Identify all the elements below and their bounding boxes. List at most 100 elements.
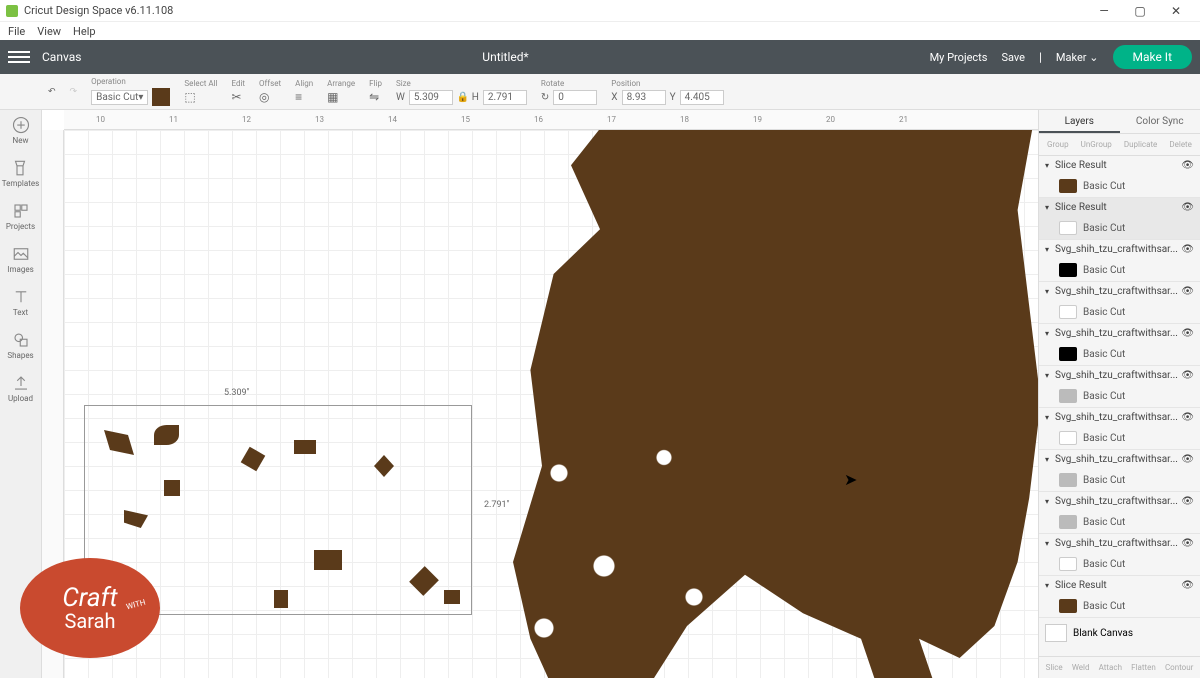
layer-row[interactable]: Basic Cut bbox=[1039, 217, 1200, 239]
align-icon[interactable]: ≡ bbox=[295, 90, 302, 104]
undo-icon[interactable]: ↶ bbox=[48, 87, 56, 97]
menu-file[interactable]: File bbox=[8, 25, 25, 38]
layer-group[interactable]: ▾Slice Result👁 Basic Cut bbox=[1039, 576, 1200, 618]
layer-row[interactable]: Basic Cut bbox=[1039, 343, 1200, 365]
group-button[interactable]: Group bbox=[1047, 140, 1069, 149]
slice-button[interactable]: Slice bbox=[1046, 663, 1063, 672]
window-titlebar: Cricut Design Space v6.11.108 — ▢ ✕ bbox=[0, 0, 1200, 22]
layer-row[interactable]: Basic Cut bbox=[1039, 259, 1200, 281]
app-title: Cricut Design Space v6.11.108 bbox=[24, 4, 173, 17]
panel-actions: Group UnGroup Duplicate Delete bbox=[1039, 134, 1200, 156]
top-bar: Canvas Untitled* My Projects Save | Make… bbox=[0, 40, 1200, 74]
my-projects-link[interactable]: My Projects bbox=[930, 51, 988, 64]
visibility-icon[interactable]: 👁 bbox=[1181, 496, 1194, 507]
templates-button[interactable]: Templates bbox=[2, 159, 39, 188]
flatten-button[interactable]: Flatten bbox=[1131, 663, 1156, 672]
tab-colorsync[interactable]: Color Sync bbox=[1120, 110, 1200, 133]
attach-button[interactable]: Attach bbox=[1099, 663, 1122, 672]
visibility-icon[interactable]: 👁 bbox=[1181, 580, 1194, 591]
delete-button[interactable]: Delete bbox=[1169, 140, 1192, 149]
layer-header[interactable]: ▾Svg_shih_tzu_craftwithsar...👁 bbox=[1039, 492, 1200, 511]
layer-header[interactable]: ▾Slice Result👁 bbox=[1039, 576, 1200, 595]
layer-header[interactable]: ▾Svg_shih_tzu_craftwithsar...👁 bbox=[1039, 408, 1200, 427]
offset-icon[interactable]: ◎ bbox=[259, 90, 269, 104]
make-it-button[interactable]: Make It bbox=[1113, 45, 1193, 69]
layer-row[interactable]: Basic Cut bbox=[1039, 511, 1200, 533]
select-all-icon[interactable]: ⬚ bbox=[184, 90, 195, 104]
layers-list[interactable]: ▾Slice Result👁 Basic Cut▾Slice Result👁 B… bbox=[1039, 156, 1200, 656]
canvas-wrapper: 101112131415161718192021 5.309" 2.791" bbox=[42, 110, 1038, 678]
visibility-icon[interactable]: 👁 bbox=[1181, 160, 1194, 171]
minimize-icon[interactable]: — bbox=[1086, 4, 1122, 18]
shapes-button[interactable]: Shapes bbox=[7, 331, 33, 360]
layer-group[interactable]: ▾Slice Result👁 Basic Cut bbox=[1039, 156, 1200, 198]
projects-button[interactable]: Projects bbox=[6, 202, 35, 231]
ruler-horizontal: 101112131415161718192021 bbox=[64, 110, 1038, 130]
layer-group[interactable]: ▾Svg_shih_tzu_craftwithsar...👁 Basic Cut bbox=[1039, 534, 1200, 576]
text-button[interactable]: Text bbox=[12, 288, 30, 317]
layer-row[interactable]: Basic Cut bbox=[1039, 385, 1200, 407]
layer-group[interactable]: ▾Svg_shih_tzu_craftwithsar...👁 Basic Cut bbox=[1039, 240, 1200, 282]
layer-group[interactable]: ▾Svg_shih_tzu_craftwithsar...👁 Basic Cut bbox=[1039, 450, 1200, 492]
operation-dropdown[interactable]: Basic Cut ▾ bbox=[91, 90, 148, 105]
layer-row[interactable]: Basic Cut bbox=[1039, 553, 1200, 575]
layer-thumb-icon bbox=[1059, 389, 1077, 403]
layer-row[interactable]: Basic Cut bbox=[1039, 175, 1200, 197]
maximize-icon[interactable]: ▢ bbox=[1122, 4, 1158, 18]
close-icon[interactable]: ✕ bbox=[1158, 4, 1194, 18]
layer-group[interactable]: ▾Svg_shih_tzu_craftwithsar...👁 Basic Cut bbox=[1039, 282, 1200, 324]
redo-icon[interactable]: ↷ bbox=[70, 87, 78, 97]
edit-icon[interactable]: ✂ bbox=[231, 90, 241, 104]
layer-group[interactable]: ▾Svg_shih_tzu_craftwithsar...👁 Basic Cut bbox=[1039, 366, 1200, 408]
width-input[interactable]: 5.309 bbox=[409, 90, 453, 105]
layer-row[interactable]: Basic Cut bbox=[1039, 595, 1200, 617]
flip-icon[interactable]: ⇋ bbox=[369, 90, 379, 104]
menu-view[interactable]: View bbox=[37, 25, 61, 38]
visibility-icon[interactable]: 👁 bbox=[1181, 202, 1194, 213]
visibility-icon[interactable]: 👁 bbox=[1181, 412, 1194, 423]
layer-header[interactable]: ▾Svg_shih_tzu_craftwithsar...👁 bbox=[1039, 366, 1200, 385]
layer-row[interactable]: Basic Cut bbox=[1039, 301, 1200, 323]
visibility-icon[interactable]: 👁 bbox=[1181, 538, 1194, 549]
blank-canvas-row[interactable]: Blank Canvas bbox=[1039, 618, 1200, 648]
height-input[interactable]: 2.791 bbox=[483, 90, 527, 105]
pos-x-input[interactable]: 8.93 bbox=[622, 90, 666, 105]
layer-row[interactable]: Basic Cut bbox=[1039, 427, 1200, 449]
hamburger-icon[interactable] bbox=[8, 51, 30, 63]
pos-y-input[interactable]: 4.405 bbox=[680, 90, 724, 105]
tab-layers[interactable]: Layers bbox=[1039, 110, 1120, 133]
menu-help[interactable]: Help bbox=[73, 25, 96, 38]
layer-group[interactable]: ▾Svg_shih_tzu_craftwithsar...👁 Basic Cut bbox=[1039, 492, 1200, 534]
layer-row[interactable]: Basic Cut bbox=[1039, 469, 1200, 491]
layer-group[interactable]: ▾Slice Result👁 Basic Cut bbox=[1039, 198, 1200, 240]
weld-button[interactable]: Weld bbox=[1072, 663, 1090, 672]
layer-header[interactable]: ▾Slice Result👁 bbox=[1039, 198, 1200, 217]
visibility-icon[interactable]: 👁 bbox=[1181, 454, 1194, 465]
rotate-input[interactable]: 0 bbox=[553, 90, 597, 105]
arrange-icon[interactable]: ▦ bbox=[327, 90, 338, 104]
save-link[interactable]: Save bbox=[1001, 51, 1025, 64]
duplicate-button[interactable]: Duplicate bbox=[1124, 140, 1157, 149]
layer-header[interactable]: ▾Svg_shih_tzu_craftwithsar...👁 bbox=[1039, 240, 1200, 259]
upload-button[interactable]: Upload bbox=[8, 374, 33, 403]
contour-button[interactable]: Contour bbox=[1165, 663, 1193, 672]
layer-header[interactable]: ▾Svg_shih_tzu_craftwithsar...👁 bbox=[1039, 282, 1200, 301]
visibility-icon[interactable]: 👁 bbox=[1181, 286, 1194, 297]
ungroup-button[interactable]: UnGroup bbox=[1081, 140, 1112, 149]
layer-header[interactable]: ▾Svg_shih_tzu_craftwithsar...👁 bbox=[1039, 534, 1200, 553]
design-canvas[interactable]: 5.309" 2.791" ➤ bbox=[64, 130, 1038, 678]
layer-thumb-icon bbox=[1059, 599, 1077, 613]
color-swatch[interactable] bbox=[152, 88, 170, 106]
visibility-icon[interactable]: 👁 bbox=[1181, 244, 1194, 255]
layer-header[interactable]: ▾Slice Result👁 bbox=[1039, 156, 1200, 175]
images-button[interactable]: Images bbox=[7, 245, 33, 274]
visibility-icon[interactable]: 👁 bbox=[1181, 370, 1194, 381]
layer-header[interactable]: ▾Svg_shih_tzu_craftwithsar...👁 bbox=[1039, 450, 1200, 469]
layer-group[interactable]: ▾Svg_shih_tzu_craftwithsar...👁 Basic Cut bbox=[1039, 408, 1200, 450]
new-button[interactable]: New bbox=[12, 116, 30, 145]
machine-select[interactable]: Maker ⌄ bbox=[1056, 51, 1099, 64]
layer-header[interactable]: ▾Svg_shih_tzu_craftwithsar...👁 bbox=[1039, 324, 1200, 343]
operation-group: Operation Basic Cut ▾ bbox=[91, 77, 170, 106]
visibility-icon[interactable]: 👁 bbox=[1181, 328, 1194, 339]
layer-group[interactable]: ▾Svg_shih_tzu_craftwithsar...👁 Basic Cut bbox=[1039, 324, 1200, 366]
